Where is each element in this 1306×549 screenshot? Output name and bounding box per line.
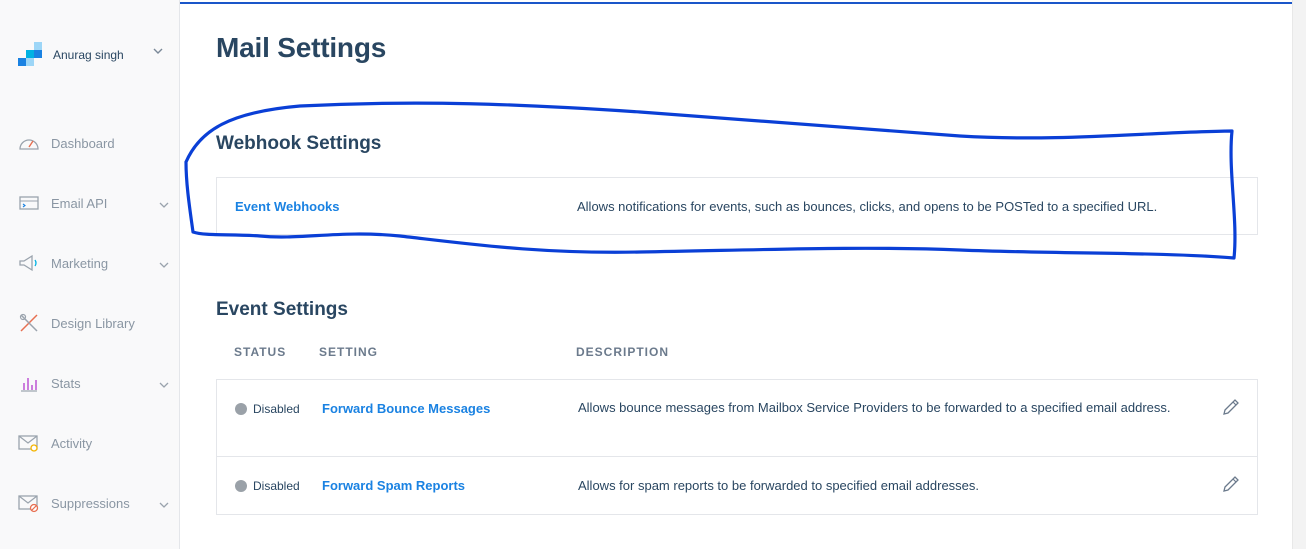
sidebar-item-label: Email API	[51, 195, 108, 211]
sidebar-item-label: Suppressions	[51, 495, 130, 511]
sidebar-item-label: Activity	[51, 435, 93, 451]
sidebar-item-marketing[interactable]: Marketing	[18, 251, 173, 275]
forward-bounce-messages-link[interactable]: Forward Bounce Messages	[322, 401, 490, 416]
suppressions-icon	[18, 492, 40, 514]
edit-pencil-icon[interactable]	[1221, 474, 1241, 494]
sidebar-item-email-api[interactable]: Email API	[18, 191, 173, 215]
table-row: Disabled Forward Spam Reports Allows for…	[216, 456, 1258, 515]
megaphone-icon	[18, 252, 40, 274]
main-content: Mail Settings Webhook Settings Event Web…	[180, 0, 1292, 549]
email-api-icon	[18, 192, 40, 214]
vertical-scrollbar[interactable]	[1292, 0, 1306, 549]
sidebar-item-label: Design Library	[51, 315, 135, 331]
stats-bars-icon	[18, 372, 40, 394]
column-header-description: DESCRIPTION	[576, 345, 670, 359]
event-settings-title: Event Settings	[216, 299, 348, 320]
status-disabled-dot-icon	[235, 403, 247, 415]
sidebar-item-activity[interactable]: Activity	[18, 431, 173, 455]
event-webhooks-description: Allows notifications for events, such as…	[577, 199, 1158, 214]
setting-description: Allows for spam reports to be forwarded …	[578, 478, 980, 493]
webhook-settings-card: Event Webhooks Allows notifications for …	[216, 177, 1258, 235]
column-header-status: STATUS	[234, 345, 287, 359]
chevron-down-icon	[159, 496, 169, 514]
event-webhooks-link[interactable]: Event Webhooks	[235, 199, 340, 214]
sidebar-item-design-library[interactable]: Design Library	[18, 311, 173, 335]
sidebar: Anurag singh Dashboard Email API Marketi…	[0, 0, 180, 549]
forward-spam-reports-link[interactable]: Forward Spam Reports	[322, 478, 465, 493]
webhook-settings-title: Webhook Settings	[216, 133, 382, 154]
sidebar-item-stats[interactable]: Stats	[18, 371, 173, 395]
sidebar-item-dashboard[interactable]: Dashboard	[18, 131, 173, 155]
status-label: Disabled	[253, 479, 300, 493]
dashboard-gauge-icon	[18, 132, 40, 154]
chevron-down-icon	[159, 376, 169, 394]
column-header-setting: SETTING	[319, 345, 379, 359]
activity-envelope-icon	[18, 432, 40, 454]
account-switcher[interactable]: Anurag singh	[18, 42, 173, 68]
sendgrid-logo-icon	[18, 42, 42, 68]
status-disabled-dot-icon	[235, 480, 247, 492]
setting-description: Allows bounce messages from Mailbox Serv…	[578, 400, 1171, 415]
sidebar-item-suppressions[interactable]: Suppressions	[18, 491, 173, 515]
chevron-down-icon	[159, 196, 169, 214]
sidebar-item-label: Stats	[51, 375, 81, 391]
edit-pencil-icon[interactable]	[1221, 397, 1241, 417]
page-title: Mail Settings	[216, 32, 387, 63]
table-row: Disabled Forward Bounce Messages Allows …	[216, 379, 1258, 457]
account-name: Anurag singh	[53, 48, 124, 62]
status-label: Disabled	[253, 402, 300, 416]
chevron-down-icon	[159, 256, 169, 274]
design-tools-icon	[18, 312, 40, 334]
sidebar-item-label: Marketing	[51, 255, 109, 271]
chevron-down-icon	[153, 47, 163, 58]
sidebar-item-label: Dashboard	[51, 135, 115, 151]
